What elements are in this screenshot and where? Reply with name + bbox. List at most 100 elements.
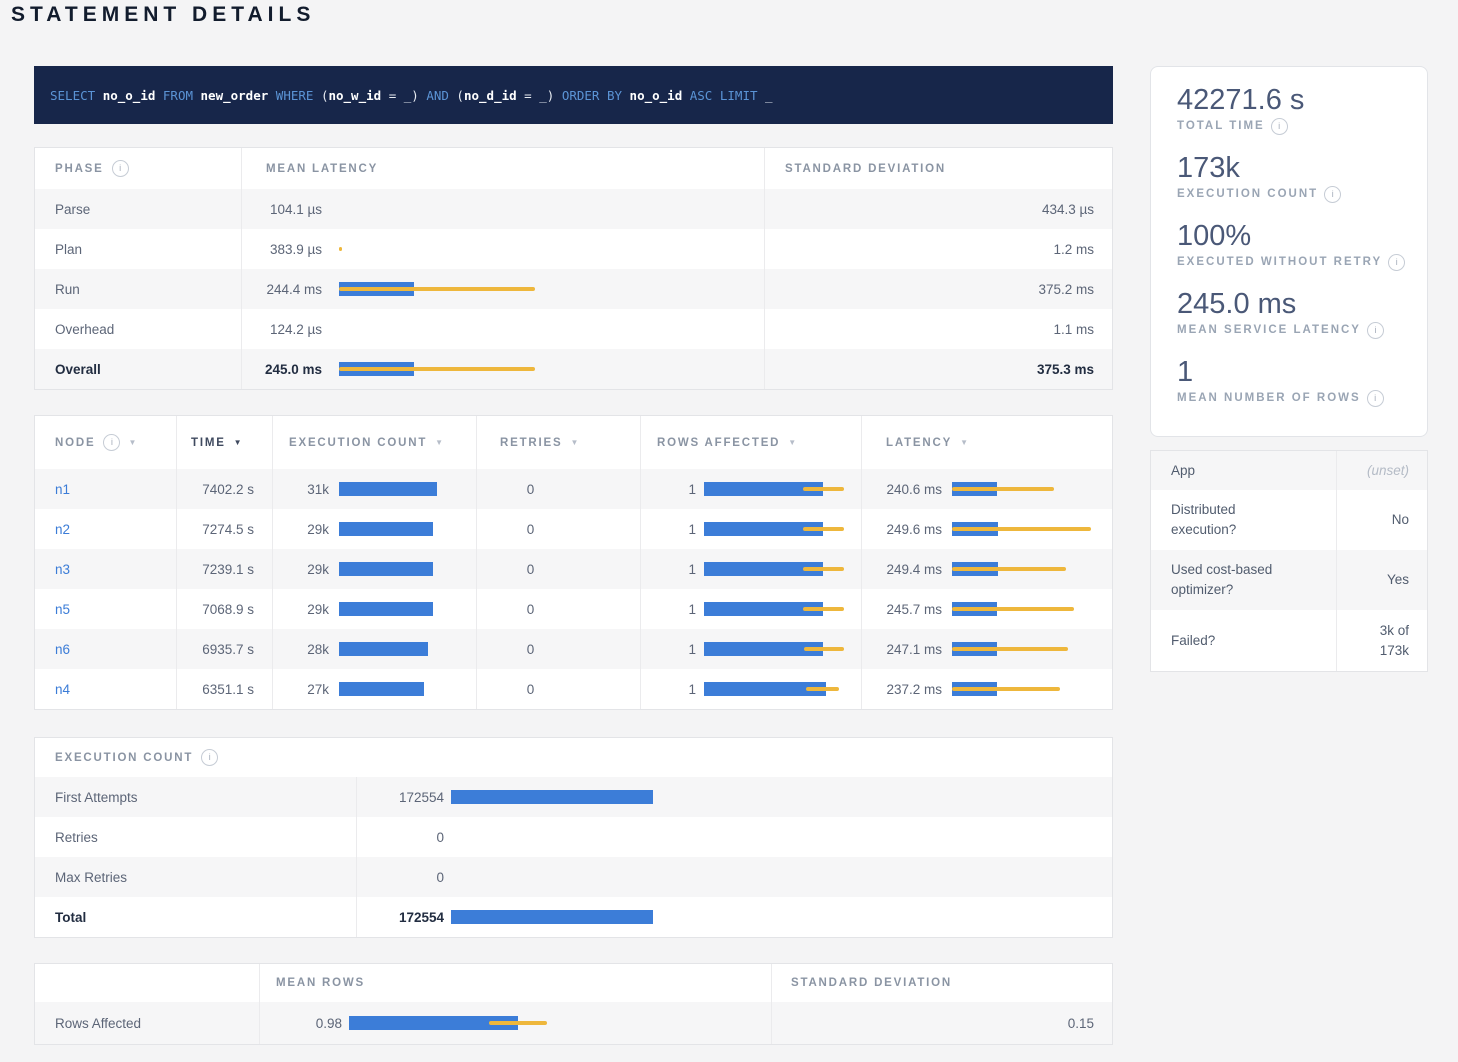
rows-row-label: Rows Affected <box>55 1016 141 1031</box>
sort-arrow-icon[interactable]: ▼ <box>788 438 798 447</box>
table-cell: 28k <box>272 629 476 669</box>
table-cell: 0 <box>476 549 640 589</box>
exec-count-bar-chart <box>339 597 470 621</box>
table-cell: Overhead <box>35 309 241 349</box>
retries-value: 0 <box>527 482 535 497</box>
latency-bar-chart <box>339 317 756 341</box>
sort-arrow-icon[interactable]: ▼ <box>234 438 244 447</box>
table-cell: STANDARD DEVIATION <box>771 964 1114 1002</box>
stddev-line <box>803 527 844 531</box>
summary-stat-label: EXECUTION COUNTi <box>1177 186 1401 203</box>
node-row: n46351.1 s27k01237.2 ms <box>35 669 1112 709</box>
table-cell: Parse <box>35 189 241 229</box>
node-link[interactable]: n1 <box>55 482 70 497</box>
table-cell: 237.2 ms <box>861 669 1114 709</box>
stddev-line <box>806 687 839 691</box>
sql-token: no_w_id <box>328 88 381 103</box>
table-cell: 245.0 ms <box>241 349 764 389</box>
statement-info-label-text: Distributed execution? <box>1171 500 1296 540</box>
stddev-line <box>952 687 1060 691</box>
node-time-value: 7239.1 s <box>202 562 254 577</box>
rows-affected-value: 1 <box>641 642 696 657</box>
info-icon[interactable]: i <box>1388 254 1405 271</box>
node-time-value: 7402.2 s <box>202 482 254 497</box>
info-icon[interactable]: i <box>1367 390 1384 407</box>
table-cell: 247.1 ms <box>861 629 1114 669</box>
table-cell: 244.4 ms <box>241 269 764 309</box>
retries-value: 0 <box>527 522 535 537</box>
mean-bar <box>339 642 428 656</box>
sort-arrow-icon[interactable]: ▼ <box>960 438 970 447</box>
column-header[interactable]: ROWS AFFECTED <box>657 437 780 449</box>
rows-affected-bar-chart <box>704 677 856 701</box>
statement-info-value-text: (unset) <box>1367 461 1409 481</box>
phase-row: Run244.4 ms375.2 ms <box>35 269 1112 309</box>
column-header[interactable]: RETRIES <box>500 437 562 449</box>
phase-row: Overall245.0 ms375.3 ms <box>35 349 1112 389</box>
column-header-mean-latency: MEAN LATENCY <box>266 163 378 175</box>
table-cell: 7402.2 s <box>176 469 272 509</box>
node-link[interactable]: n5 <box>55 602 70 617</box>
phase-latency-table: PHASE i MEAN LATENCY STANDARD DEVIATION Pars… <box>34 147 1113 390</box>
statement-info-row: App (unset) <box>1151 451 1427 490</box>
statement-info-value: No <box>1336 490 1427 550</box>
statement-info-value-text: No <box>1392 510 1409 530</box>
sql-token: SELECT <box>50 88 103 103</box>
info-icon[interactable]: i <box>112 160 129 177</box>
info-icon[interactable]: i <box>201 749 218 766</box>
node-link[interactable]: n2 <box>55 522 70 537</box>
info-icon[interactable]: i <box>1324 186 1341 203</box>
phase-row: Overhead124.2 µs1.1 ms <box>35 309 1112 349</box>
sort-arrow-icon[interactable]: ▼ <box>128 438 138 447</box>
latency-value: 249.4 ms <box>862 562 942 577</box>
table-cell: Run <box>35 269 241 309</box>
latency-bar-chart <box>952 477 1106 501</box>
sort-arrow-icon[interactable]: ▼ <box>570 438 580 447</box>
column-header[interactable]: NODE <box>55 437 95 449</box>
table-cell: 104.1 µs <box>241 189 764 229</box>
table-cell: Rows Affected <box>35 1002 259 1044</box>
info-icon[interactable]: i <box>1271 118 1288 135</box>
column-header[interactable]: LATENCY <box>886 437 952 449</box>
mean-bar <box>339 602 433 616</box>
table-cell: 249.4 ms <box>861 549 1114 589</box>
table-cell: n4 <box>35 669 176 709</box>
table-cell: 7068.9 s <box>176 589 272 629</box>
column-header-phase: PHASE <box>55 163 104 175</box>
table-cell: 31k <box>272 469 476 509</box>
column-header-standard-deviation: STANDARD DEVIATION <box>791 977 952 989</box>
statement-info-label: App <box>1151 451 1336 490</box>
exec-row-value: 0 <box>357 830 444 845</box>
latency-value: 240.6 ms <box>862 482 942 497</box>
statement-info-label: Distributed execution? <box>1151 490 1336 550</box>
sql-token: AND <box>426 88 449 103</box>
info-icon[interactable]: i <box>1367 322 1384 339</box>
mean-latency-value: 244.4 ms <box>242 282 322 297</box>
table-cell: 249.6 ms <box>861 509 1114 549</box>
column-header[interactable]: EXECUTION COUNT <box>289 437 427 449</box>
table-cell: 0 <box>476 589 640 629</box>
table-cell: STANDARD DEVIATION <box>764 148 1114 189</box>
table-cell: 1 <box>640 469 861 509</box>
exec-row-label: Total <box>55 910 86 925</box>
column-header[interactable]: TIME <box>191 437 226 449</box>
node-link[interactable]: n6 <box>55 642 70 657</box>
stddev-line <box>952 487 1054 491</box>
table-cell: 29k <box>272 509 476 549</box>
sort-arrow-icon[interactable]: ▼ <box>435 438 445 447</box>
latency-value: 247.1 ms <box>862 642 942 657</box>
table-cell: 1 <box>640 549 861 589</box>
node-link[interactable]: n3 <box>55 562 70 577</box>
table-cell: n2 <box>35 509 176 549</box>
summary-stat-label: MEAN SERVICE LATENCYi <box>1177 322 1401 339</box>
exec-row: Total172554 <box>35 897 1112 937</box>
table-cell: 1 <box>640 589 861 629</box>
exec-count-value: 29k <box>273 562 329 577</box>
info-icon[interactable]: i <box>103 434 120 451</box>
node-link[interactable]: n4 <box>55 682 70 697</box>
table-cell: TIME ▼ <box>176 416 272 469</box>
latency-bar-chart <box>952 517 1106 541</box>
rows-affected-bar-chart <box>704 517 856 541</box>
table-cell: RETRIES ▼ <box>476 416 640 469</box>
statement-info-row: Failed?3k of 173k <box>1151 610 1427 671</box>
